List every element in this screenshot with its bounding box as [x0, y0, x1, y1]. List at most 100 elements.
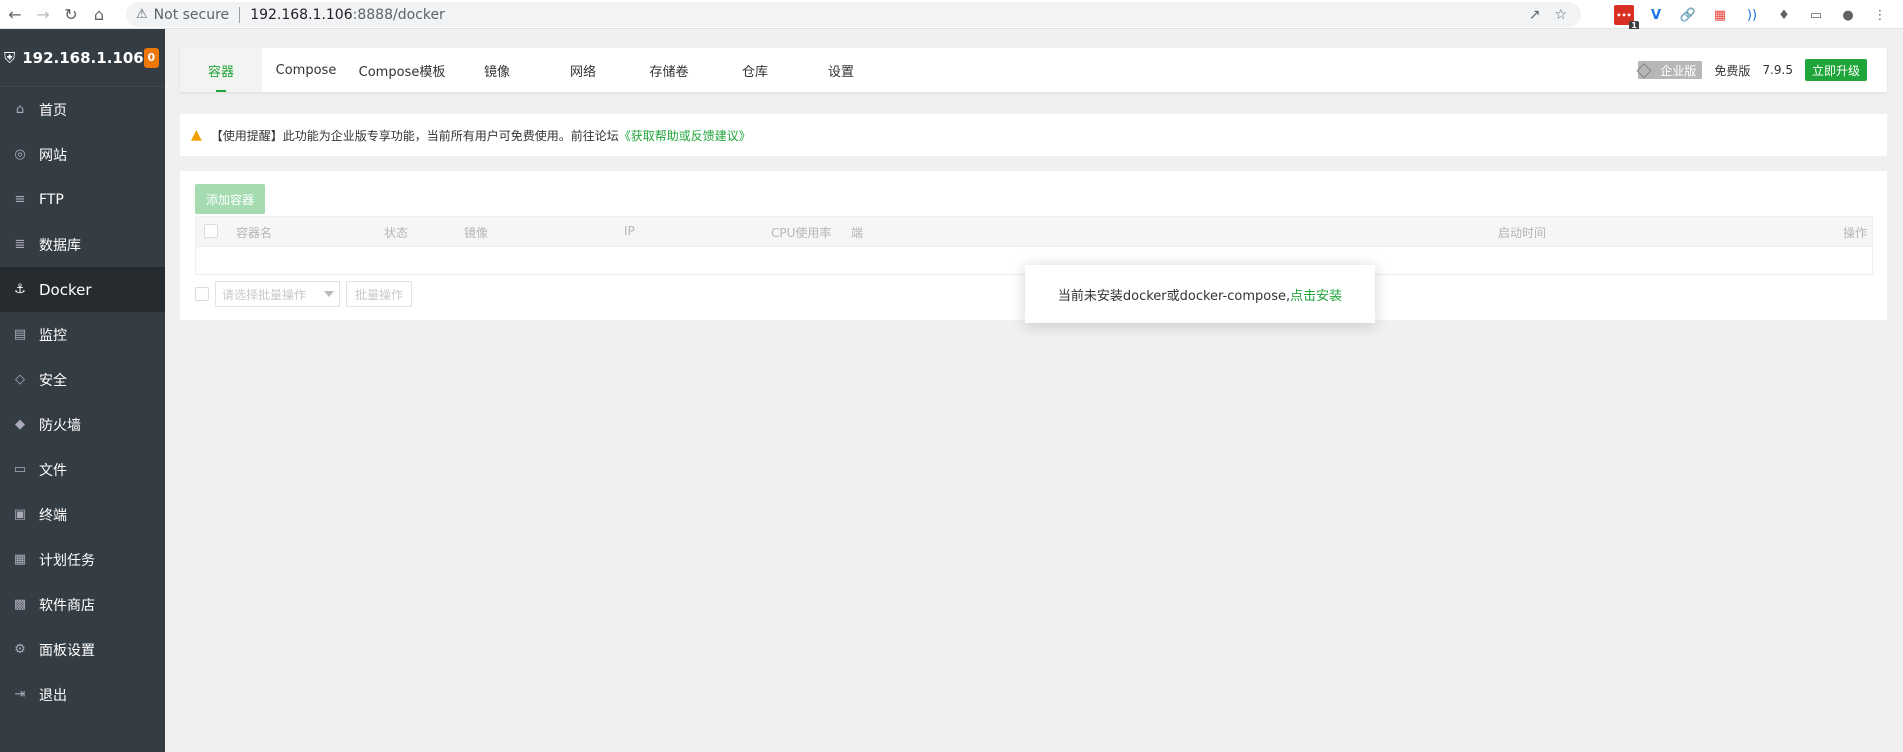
extension-red-icon[interactable]: ••• 1	[1614, 5, 1639, 30]
docker-icon: ⚓	[14, 282, 26, 297]
link-icon[interactable]: 🔗	[1678, 5, 1698, 25]
extensions-bar: ••• 1 V 🔗 ▦ )) ♦ ▭ ● ⋮	[1614, 3, 1890, 30]
col-status: 状态	[384, 226, 409, 240]
address-bar[interactable]: ⚠ Not secure 192.168.1.106:8888/docker ↗…	[126, 2, 1581, 27]
reload-icon[interactable]: ↻	[58, 1, 84, 27]
main-content: 容器 Compose Compose模板 镜像 网络 存储卷 仓库 设置 ◇ 企业版 免费版 7…	[165, 29, 1903, 752]
version-label[interactable]: 7.9.5	[1762, 63, 1793, 77]
share-icon[interactable]: ↗	[1529, 7, 1541, 23]
tab-7[interactable]: 设置	[798, 48, 884, 92]
batch-select-placeholder: 请选择批量操作	[222, 287, 307, 302]
url-host: 192.168.1.106	[250, 6, 353, 23]
notice-text: 【使用提醒】此功能为企业版专享功能，当前所有用户可免费使用。前往论坛	[210, 128, 619, 143]
database-icon: ≣	[14, 237, 26, 252]
enterprise-label: 企业版	[1660, 63, 1697, 78]
not-secure-label: Not secure	[153, 6, 230, 23]
sidepanel-icon[interactable]: ▭	[1806, 5, 1826, 25]
sidebar-item-label: 监控	[39, 327, 67, 344]
forum-link[interactable]: 《获取帮助或反馈建议》	[619, 127, 751, 144]
sidebar-item-label: 软件商店	[39, 597, 95, 614]
menu-kebab-icon[interactable]: ⋮	[1870, 5, 1890, 25]
sidebar-item-label: 文件	[39, 462, 67, 479]
warning-icon: ▲	[191, 127, 202, 143]
url-path: :8888/docker	[352, 6, 445, 23]
select-all-checkbox[interactable]	[204, 224, 218, 238]
apps-icon: ▩	[13, 597, 27, 612]
add-container-button[interactable]: 添加容器	[195, 184, 265, 214]
edition-info: ◇ 企业版 免费版 7.9.5 立即升级	[1636, 48, 1867, 92]
sidebar-item-label: 数据库	[39, 237, 81, 254]
grid-apps-icon[interactable]: ▦	[1710, 5, 1730, 25]
sidebar-item-shield[interactable]: ◇ 安全	[0, 357, 165, 402]
sidebar-item-label: Docker	[39, 280, 92, 299]
terminal-icon: ▣	[13, 507, 27, 522]
sidebar-header: ⛨ 192.168.1.106 0	[0, 29, 165, 87]
sidebar-item-logout[interactable]: ⇥ 退出	[0, 672, 165, 717]
tab-0[interactable]: 容器	[180, 48, 262, 92]
tab-3[interactable]: 镜像	[454, 48, 540, 92]
sidebar-item-ftp[interactable]: ≡ FTP	[0, 177, 165, 222]
sidebar-item-apps[interactable]: ▩ 软件商店	[0, 582, 165, 627]
col-actions: 操作	[1843, 226, 1868, 240]
warning-icon: ⚠	[136, 7, 148, 22]
globe-icon: ◎	[14, 147, 26, 162]
sidebar-item-globe[interactable]: ◎ 网站	[0, 132, 165, 177]
home-browser-icon[interactable]: ⌂	[86, 1, 112, 27]
free-edition-label: 免费版	[1714, 63, 1751, 78]
calendar-icon: ▦	[13, 552, 27, 567]
sidebar-menu: ⌂ 首页 ◎ 网站 ≡ FTP ≣ 数据库 ⚓ Docker ▤ 监控 ◇ 安全 ◆ 防火墙 ▭ 文件 ▣ 终端 ▦ 计划…	[0, 87, 165, 717]
tab-5[interactable]: 存储卷	[626, 48, 712, 92]
profile-icon[interactable]: ●	[1838, 5, 1858, 25]
extension-v-icon[interactable]: V	[1646, 5, 1666, 25]
forward-icon[interactable]: →	[30, 1, 56, 27]
address-divider	[239, 6, 241, 23]
sidebar: ⛨ 192.168.1.106 0 ⌂ 首页 ◎ 网站 ≡ FTP ≣ 数据库 ⚓ Docker ▤…	[0, 29, 165, 752]
sidebar-item-monitor[interactable]: ▤ 监控	[0, 312, 165, 357]
sidebar-item-label: 终端	[39, 507, 67, 524]
monitor-icon: ▤	[13, 327, 27, 342]
ftp-icon: ≡	[14, 192, 26, 207]
sidebar-item-label: 防火墙	[39, 417, 81, 434]
tab-2[interactable]: Compose模板	[350, 48, 454, 92]
batch-checkbox[interactable]	[195, 287, 209, 301]
sidebar-item-label: 安全	[39, 372, 67, 389]
sidebar-item-label: 退出	[39, 687, 67, 704]
col-port: 端	[851, 226, 864, 240]
table-header: 容器名 状态 镜像 IP CPU使用率 端 启动时间 操作	[196, 217, 1872, 246]
enterprise-badge[interactable]: ◇ 企业版	[1636, 57, 1703, 81]
sidebar-item-gear[interactable]: ⚙ 面板设置	[0, 627, 165, 672]
install-link[interactable]: 点击安装	[1290, 285, 1342, 304]
translate-icon[interactable]: ))	[1742, 5, 1762, 25]
col-name[interactable]: 容器名	[236, 224, 272, 241]
upgrade-button[interactable]: 立即升级	[1804, 59, 1867, 81]
popup-message: 当前未安装docker或docker-compose,	[1057, 288, 1291, 304]
tab-6[interactable]: 仓库	[712, 48, 798, 92]
tab-4[interactable]: 网络	[540, 48, 626, 92]
folder-icon: ▭	[13, 462, 27, 477]
sidebar-item-label: 计划任务	[39, 552, 95, 569]
sidebar-item-docker[interactable]: ⚓ Docker	[0, 267, 165, 312]
sidebar-item-database[interactable]: ≣ 数据库	[0, 222, 165, 267]
puzzle-icon[interactable]: ♦	[1774, 5, 1794, 25]
batch-operation-select[interactable]: 请选择批量操作	[215, 281, 340, 307]
batch-operation-button[interactable]: 批量操作	[346, 281, 413, 307]
bookmark-star-icon[interactable]: ☆	[1554, 7, 1567, 23]
sidebar-item-label: 首页	[39, 102, 67, 119]
chevron-down-icon	[324, 291, 334, 297]
logout-icon: ⇥	[14, 687, 26, 702]
gear-icon: ⚙	[14, 642, 26, 657]
sidebar-item-label: 网站	[39, 147, 67, 164]
firewall-icon: ◆	[15, 417, 25, 432]
usage-notice: ▲ 【使用提醒】此功能为企业版专享功能，当前所有用户可免费使用。前往论坛 《获取帮…	[180, 114, 1887, 156]
shield-icon: ◇	[15, 372, 25, 387]
sidebar-item-folder[interactable]: ▭ 文件	[0, 447, 165, 492]
diamond-icon: ◇	[1636, 57, 1652, 81]
back-icon[interactable]: ←	[2, 1, 28, 27]
sidebar-item-home[interactable]: ⌂ 首页	[0, 87, 165, 132]
col-start-time: 启动时间	[1498, 226, 1547, 240]
sidebar-item-terminal[interactable]: ▣ 终端	[0, 492, 165, 537]
sidebar-item-firewall[interactable]: ◆ 防火墙	[0, 402, 165, 447]
alert-count-badge[interactable]: 0	[143, 47, 159, 68]
tab-1[interactable]: Compose	[262, 48, 350, 92]
sidebar-item-calendar[interactable]: ▦ 计划任务	[0, 537, 165, 582]
